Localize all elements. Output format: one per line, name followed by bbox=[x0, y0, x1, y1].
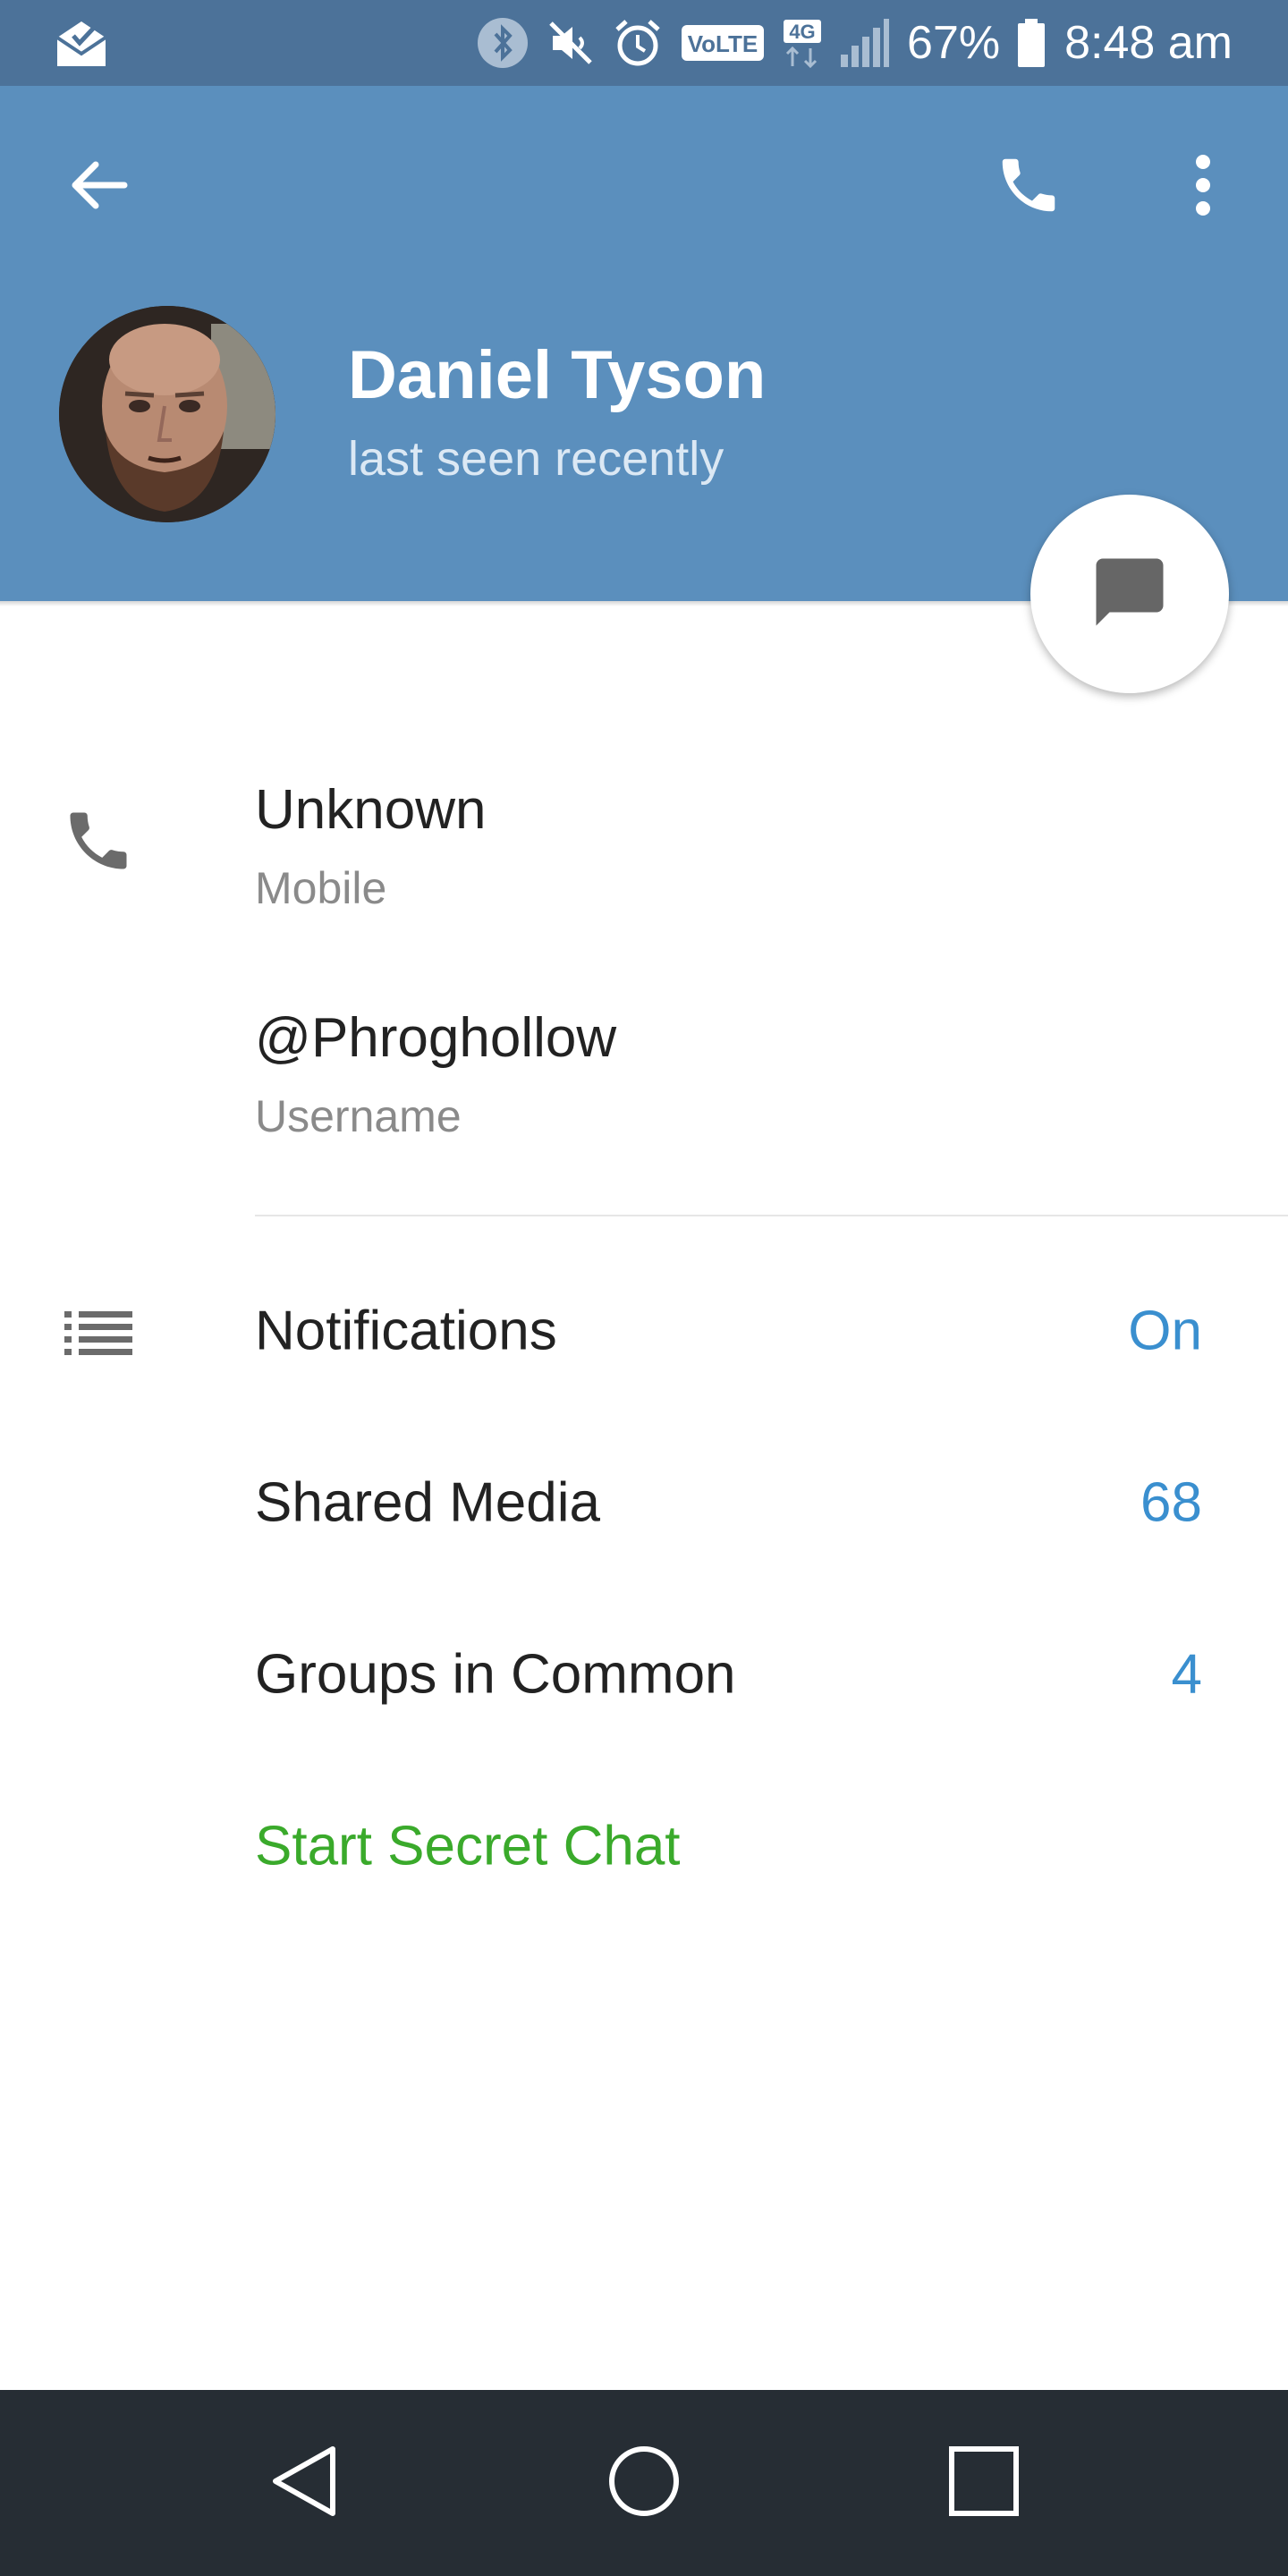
groups-in-common-row[interactable]: Groups in Common 4 bbox=[0, 1589, 1288, 1759]
groups-in-common-count: 4 bbox=[1171, 1643, 1202, 1706]
svg-text:VoLTE: VoLTE bbox=[688, 30, 758, 57]
alarm-icon bbox=[612, 17, 664, 69]
shared-media-row[interactable]: Shared Media 68 bbox=[0, 1418, 1288, 1588]
notifications-value: On bbox=[1128, 1300, 1202, 1362]
shared-media-label: Shared Media bbox=[255, 1471, 601, 1534]
volte-icon: VoLTE bbox=[680, 23, 766, 63]
more-options-button[interactable] bbox=[1163, 142, 1243, 232]
groups-in-common-label: Groups in Common bbox=[255, 1643, 736, 1706]
nav-recents-button[interactable] bbox=[894, 2390, 1073, 2576]
start-secret-chat-button[interactable]: Start Secret Chat bbox=[0, 1761, 1288, 1931]
status-bar: VoLTE 4G 67% 8:48 am bbox=[0, 0, 1288, 86]
phone-info-row[interactable]: Unknown Mobile bbox=[0, 751, 1288, 948]
system-nav-bar bbox=[0, 2390, 1288, 2576]
shared-media-count: 68 bbox=[1140, 1471, 1202, 1534]
start-secret-chat-label: Start Secret Chat bbox=[255, 1815, 681, 1877]
battery-percent: 67% bbox=[907, 17, 1001, 69]
phone-icon bbox=[994, 150, 1063, 225]
back-button[interactable] bbox=[54, 142, 143, 232]
mail-open-icon bbox=[54, 16, 109, 70]
phone-value: Unknown bbox=[255, 779, 487, 841]
notifications-row[interactable]: Notifications On bbox=[0, 1246, 1288, 1416]
back-arrow-icon bbox=[67, 154, 130, 221]
section-divider bbox=[255, 1215, 1288, 1216]
network-4g-icon: 4G bbox=[782, 16, 823, 70]
more-vertical-icon bbox=[1192, 153, 1214, 222]
phone-label: Mobile bbox=[255, 863, 387, 913]
username-value: @Phroghollow bbox=[255, 1007, 617, 1069]
avatar[interactable] bbox=[59, 306, 275, 522]
nav-back-icon bbox=[268, 2444, 340, 2523]
nav-recents-icon bbox=[948, 2445, 1020, 2521]
contact-name: Daniel Tyson bbox=[348, 337, 767, 413]
nav-back-button[interactable] bbox=[215, 2390, 394, 2576]
username-label: Username bbox=[255, 1091, 462, 1141]
notifications-label: Notifications bbox=[255, 1300, 557, 1362]
status-icons: VoLTE 4G 67% 8:48 am bbox=[476, 0, 1233, 86]
battery-icon bbox=[1016, 17, 1046, 69]
bluetooth-icon bbox=[476, 16, 530, 70]
profile-screen: VoLTE 4G 67% 8:48 am Daniel Tyson last s… bbox=[0, 0, 1288, 2576]
call-button[interactable] bbox=[984, 142, 1073, 232]
svg-text:4G: 4G bbox=[789, 21, 815, 43]
nav-home-button[interactable] bbox=[555, 2390, 733, 2576]
message-icon bbox=[1089, 552, 1170, 637]
clock: 8:48 am bbox=[1064, 17, 1233, 69]
mute-icon bbox=[546, 18, 596, 68]
username-info-row[interactable]: @Phroghollow Username bbox=[0, 979, 1288, 1176]
send-message-button[interactable] bbox=[1030, 495, 1229, 693]
last-seen-status: last seen recently bbox=[348, 432, 724, 486]
nav-home-icon bbox=[606, 2444, 682, 2523]
signal-icon bbox=[839, 17, 891, 69]
